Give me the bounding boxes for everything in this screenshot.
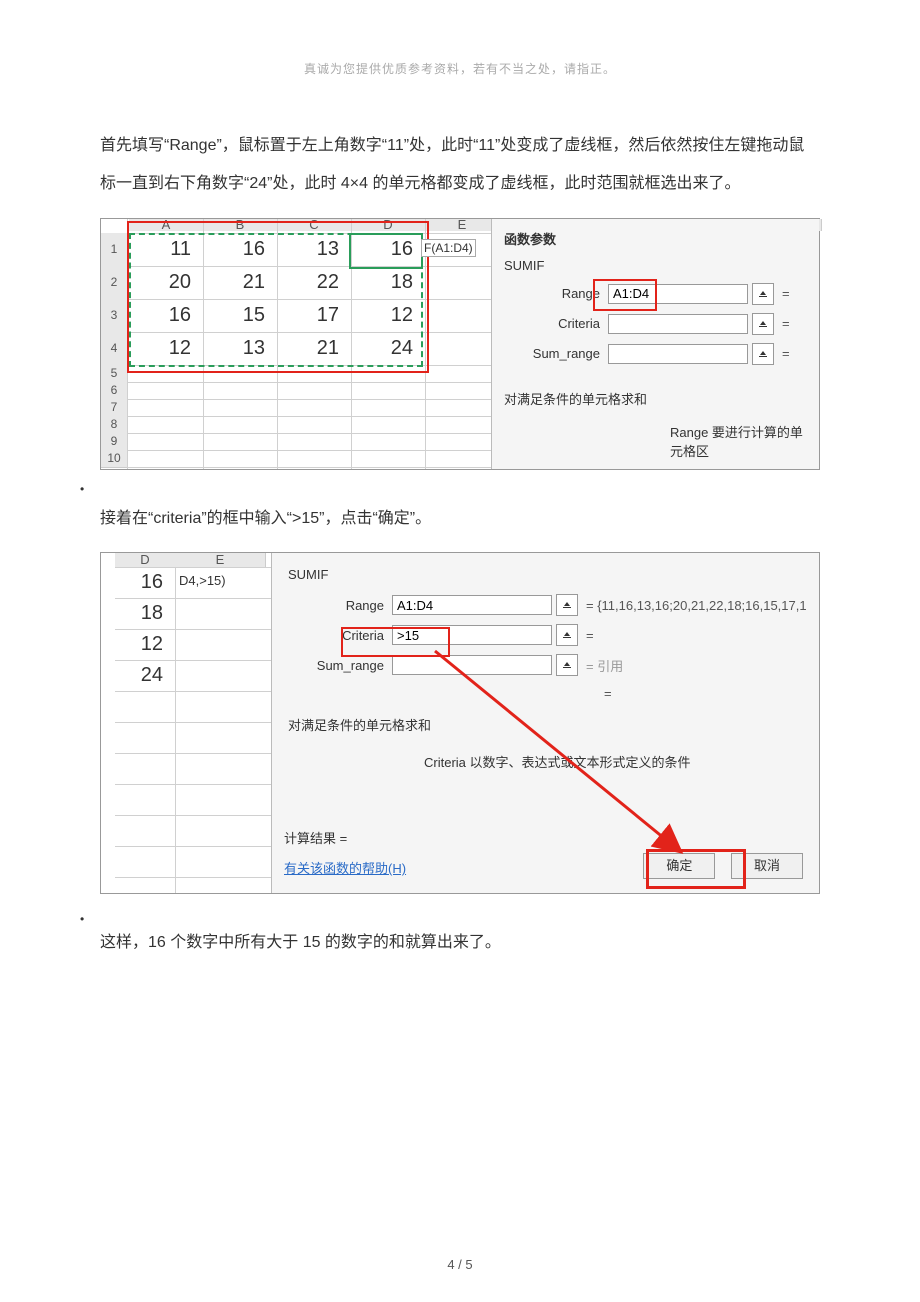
row-header: 5 xyxy=(101,365,128,383)
range-result: = {11,16,13,16;20,21,22,18;16,15,17,1 xyxy=(586,598,807,613)
formula-overlay: F(A1:D4) xyxy=(421,239,476,257)
range-label: Range xyxy=(500,286,608,301)
active-cell xyxy=(349,233,423,269)
annotation-range-rect xyxy=(593,279,657,311)
row-header: 10 xyxy=(101,450,128,468)
sumrange-label: Sum_range xyxy=(284,658,392,673)
header-note: 真诚为您提供优质参考资料，若有不当之处，请指正。 xyxy=(100,60,820,77)
sumrange-result: = 引用 xyxy=(586,656,623,675)
collapse-icon[interactable] xyxy=(752,283,774,305)
paragraph-3: 这样，16 个数字中所有大于 15 的数字的和就算出来了。 xyxy=(100,924,820,962)
dialog-title: 函数参数 xyxy=(504,229,811,248)
collapse-icon[interactable] xyxy=(556,624,578,646)
paragraph-2: 接着在“criteria”的框中输入“>15”，点击“确定”。 xyxy=(100,500,820,538)
row-header: 9 xyxy=(101,433,128,451)
criteria-label: Criteria xyxy=(500,316,608,331)
dialog-note-2: Criteria 以数字、表达式或文本形式定义的条件 xyxy=(424,752,807,771)
range-input[interactable] xyxy=(392,595,552,615)
row-header: 7 xyxy=(101,399,128,417)
sumrange-label: Sum_range xyxy=(500,346,608,361)
row-header: 6 xyxy=(101,382,128,400)
paragraph-1: 首先填写“Range”，鼠标置于左上角数字“11”处，此时“11”处变成了虚线框… xyxy=(100,127,820,204)
mini-sheet: D E 16181224 D4,>15) xyxy=(101,553,272,893)
row-header: 3 xyxy=(101,299,128,333)
col-header: E xyxy=(175,553,266,567)
bullet-icon: • xyxy=(80,482,84,496)
bullet-icon: • xyxy=(80,912,84,926)
eq-blank: = xyxy=(604,686,807,701)
collapse-icon[interactable] xyxy=(556,654,578,676)
dialog-note-1: 对满足条件的单元格求和 xyxy=(504,389,811,408)
function-args-dialog: 函数参数 SUMIF Range = Criteria = Sum_range … xyxy=(491,219,819,469)
help-link[interactable]: 有关该函数的帮助(H) xyxy=(284,858,406,877)
collapse-icon[interactable] xyxy=(556,594,578,616)
dialog-section: SUMIF xyxy=(288,567,807,582)
function-args-dialog: SUMIF Range = {11,16,13,16;20,21,22,18;1… xyxy=(271,553,819,893)
col-header: E xyxy=(425,219,500,231)
annotation-ok-rect xyxy=(646,849,746,889)
criteria-input[interactable] xyxy=(608,314,748,334)
collapse-icon[interactable] xyxy=(752,343,774,365)
col-header: D xyxy=(115,553,176,567)
eq-sign: = xyxy=(782,346,790,361)
collapse-icon[interactable] xyxy=(752,313,774,335)
figure-2: D E 16181224 D4,>15) SUMIF Range = {11,1… xyxy=(100,552,820,894)
dialog-note-2: Range 要进行计算的单元格区 xyxy=(670,422,811,460)
annotation-criteria-rect xyxy=(341,627,450,657)
figure-1: ABCDEFGHIJ 12345678910 11161316202122181… xyxy=(100,218,820,470)
range-label: Range xyxy=(284,598,392,613)
row-header: 4 xyxy=(101,332,128,366)
row-header: 2 xyxy=(101,266,128,300)
row-header: 8 xyxy=(101,416,128,434)
calc-result-label: 计算结果 = xyxy=(284,828,347,847)
page-number: 4 / 5 xyxy=(0,1257,920,1272)
sumrange-input[interactable] xyxy=(608,344,748,364)
eq-sign: = xyxy=(782,286,790,301)
dialog-section: SUMIF xyxy=(504,258,811,273)
eq-sign: = xyxy=(782,316,790,331)
dialog-note-1: 对满足条件的单元格求和 xyxy=(288,715,807,734)
criteria-result: = xyxy=(586,628,594,643)
row-header: 1 xyxy=(101,233,128,267)
sumrange-input[interactable] xyxy=(392,655,552,675)
